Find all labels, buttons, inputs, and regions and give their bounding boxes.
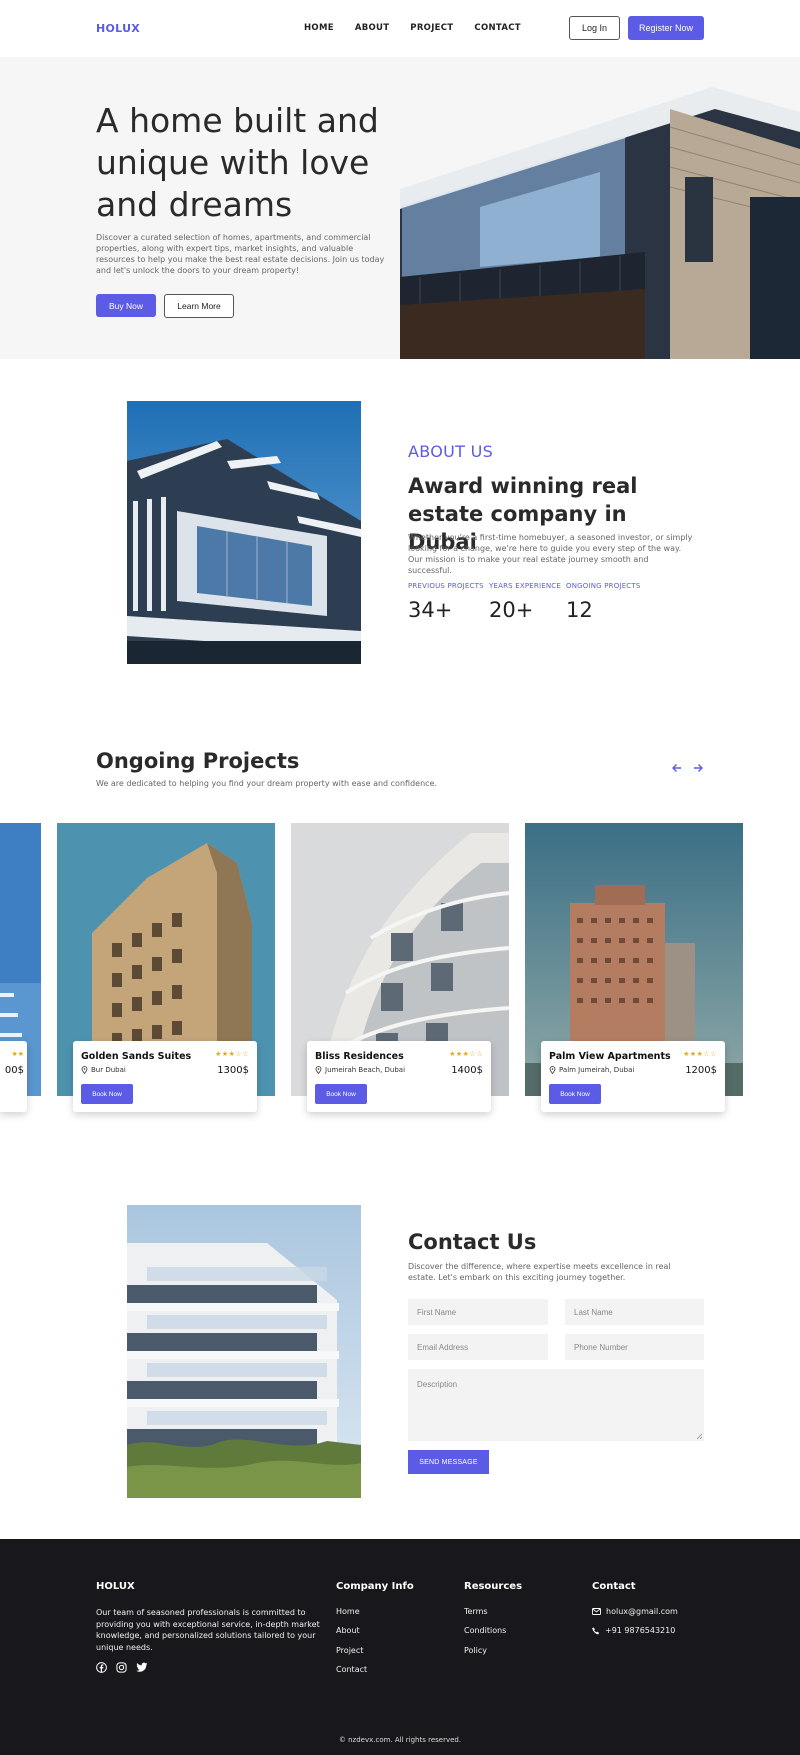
- arrow-right-icon[interactable]: [690, 760, 706, 776]
- project-card-golden-sands[interactable]: Golden Sands Suites ★★★☆☆ Bur Dubai 1300…: [73, 1041, 257, 1112]
- copyright: © nzdevx.com. All rights reserved.: [338, 1736, 462, 1744]
- nav-link-contact[interactable]: CONTACT: [474, 23, 520, 33]
- project-location: Bur Dubai: [81, 1066, 126, 1074]
- arrow-left-icon[interactable]: [669, 760, 685, 776]
- resources-heading: Resources: [464, 1581, 523, 1592]
- main-menu: HOME ABOUT PROJECT CONTACT: [304, 23, 521, 33]
- project-card-partial[interactable]: ★★ 00$: [0, 1041, 27, 1112]
- project-price: 1200$: [685, 1065, 717, 1076]
- footer-link-conditions[interactable]: Conditions: [464, 1626, 506, 1635]
- footer-about: Our team of seasoned professionals is co…: [96, 1608, 320, 1652]
- book-now-button[interactable]: Book Now: [315, 1084, 367, 1104]
- twitter-icon[interactable]: [136, 1662, 148, 1673]
- footer: HOLUX Our team of seasoned professionals…: [0, 1539, 800, 1755]
- project-location-text: Jumeirah Beach, Dubai: [325, 1066, 406, 1074]
- book-now-button[interactable]: Book Now: [549, 1084, 601, 1104]
- about-label: ABOUT US: [408, 442, 494, 461]
- location-pin-icon: [315, 1066, 322, 1074]
- project-location-text: Palm Jumeirah, Dubai: [559, 1066, 635, 1074]
- footer-link-policy[interactable]: Policy: [464, 1646, 487, 1655]
- project-price: 1400$: [451, 1065, 483, 1076]
- footer-link-terms[interactable]: Terms: [464, 1607, 488, 1616]
- nav-link-project[interactable]: PROJECT: [410, 23, 453, 33]
- project-name: Palm View Apartments: [549, 1051, 671, 1062]
- top-navbar: HOLUX HOME ABOUT PROJECT CONTACT Log In …: [0, 0, 800, 57]
- project-location: Jumeirah Beach, Dubai: [315, 1066, 405, 1074]
- projects-title: Ongoing Projects: [96, 749, 300, 773]
- hero-building-image: [400, 57, 800, 359]
- stat-label-ongoing: ONGOING PROJECTS: [566, 582, 641, 590]
- login-button[interactable]: Log In: [569, 16, 620, 40]
- projects-subtitle: We are dedicated to helping you find you…: [96, 779, 437, 788]
- contact-heading: Contact: [592, 1581, 636, 1592]
- rating-stars: ★★★☆☆: [683, 1050, 717, 1058]
- stat-label-previous: PREVIOUS PROJECTS: [408, 582, 484, 590]
- location-pin-icon: [81, 1066, 88, 1074]
- register-button[interactable]: Register Now: [628, 16, 704, 40]
- company-info-heading: Company Info: [336, 1581, 414, 1592]
- project-name: Golden Sands Suites: [81, 1051, 192, 1062]
- project-location: Palm Jumeirah, Dubai: [549, 1066, 634, 1074]
- footer-link-home[interactable]: Home: [336, 1607, 360, 1616]
- project-card-palm-view[interactable]: Palm View Apartments ★★★☆☆ Palm Jumeirah…: [541, 1041, 725, 1112]
- book-now-button[interactable]: Book Now: [81, 1084, 133, 1104]
- footer-link-contact[interactable]: Contact: [336, 1665, 367, 1674]
- hero-description: Discover a curated selection of homes, a…: [96, 233, 385, 275]
- facebook-icon[interactable]: [96, 1662, 107, 1673]
- description-placeholder: Description: [417, 1380, 458, 1389]
- resize-handle-icon[interactable]: [696, 1433, 702, 1439]
- footer-link-project[interactable]: Project: [336, 1646, 363, 1655]
- description-textarea[interactable]: Description: [408, 1369, 704, 1441]
- rating-stars: ★★★☆☆: [449, 1050, 483, 1058]
- last-name-field[interactable]: Last Name: [565, 1299, 704, 1325]
- social-links: [96, 1662, 148, 1673]
- project-card-bliss-residences[interactable]: Bliss Residences ★★★☆☆ Jumeirah Beach, D…: [307, 1041, 491, 1112]
- footer-email-text: holux@gmail.com: [606, 1607, 678, 1616]
- footer-link-about[interactable]: About: [336, 1626, 360, 1635]
- footer-email[interactable]: holux@gmail.com: [592, 1607, 678, 1616]
- hero-section: A home built and unique with love and dr…: [0, 57, 800, 359]
- stat-value-ongoing: 12: [566, 598, 593, 622]
- contact-description: Discover the difference, where expertise…: [408, 1262, 671, 1282]
- about-description: Whether you're a first-time homebuyer, a…: [408, 533, 693, 575]
- phone-icon: [592, 1627, 599, 1634]
- stat-value-years: 20+: [489, 598, 534, 622]
- nav-link-about[interactable]: ABOUT: [355, 23, 389, 33]
- send-message-button[interactable]: SEND MESSAGE: [408, 1450, 489, 1474]
- footer-brand[interactable]: HOLUX: [96, 1581, 135, 1592]
- partial-rating: ★★: [11, 1050, 24, 1058]
- phone-field[interactable]: Phone Number: [565, 1334, 704, 1360]
- email-field[interactable]: Email Address: [408, 1334, 548, 1360]
- logo[interactable]: HOLUX: [96, 22, 140, 35]
- buy-now-button[interactable]: Buy Now: [96, 294, 156, 317]
- contact-title: Contact Us: [408, 1230, 537, 1254]
- about-building-image: [127, 401, 361, 664]
- stat-value-previous: 34+: [408, 598, 453, 622]
- mail-icon: [592, 1608, 601, 1615]
- stat-label-years: YEARS EXPERIENCE: [489, 582, 561, 590]
- learn-more-button[interactable]: Learn More: [164, 294, 234, 318]
- contact-building-image: [127, 1205, 361, 1498]
- footer-phone-text: +91 9876543210: [605, 1626, 676, 1635]
- nav-link-home[interactable]: HOME: [304, 23, 334, 33]
- project-price: 1300$: [217, 1065, 249, 1076]
- rating-stars: ★★★☆☆: [215, 1050, 249, 1058]
- project-name: Bliss Residences: [315, 1051, 404, 1062]
- partial-price: 00$: [4, 1065, 24, 1076]
- instagram-icon[interactable]: [116, 1662, 127, 1673]
- footer-phone[interactable]: +91 9876543210: [592, 1626, 675, 1635]
- hero-title: A home built and unique with love and dr…: [96, 101, 379, 224]
- project-location-text: Bur Dubai: [91, 1066, 126, 1074]
- first-name-field[interactable]: First Name: [408, 1299, 548, 1325]
- location-pin-icon: [549, 1066, 556, 1074]
